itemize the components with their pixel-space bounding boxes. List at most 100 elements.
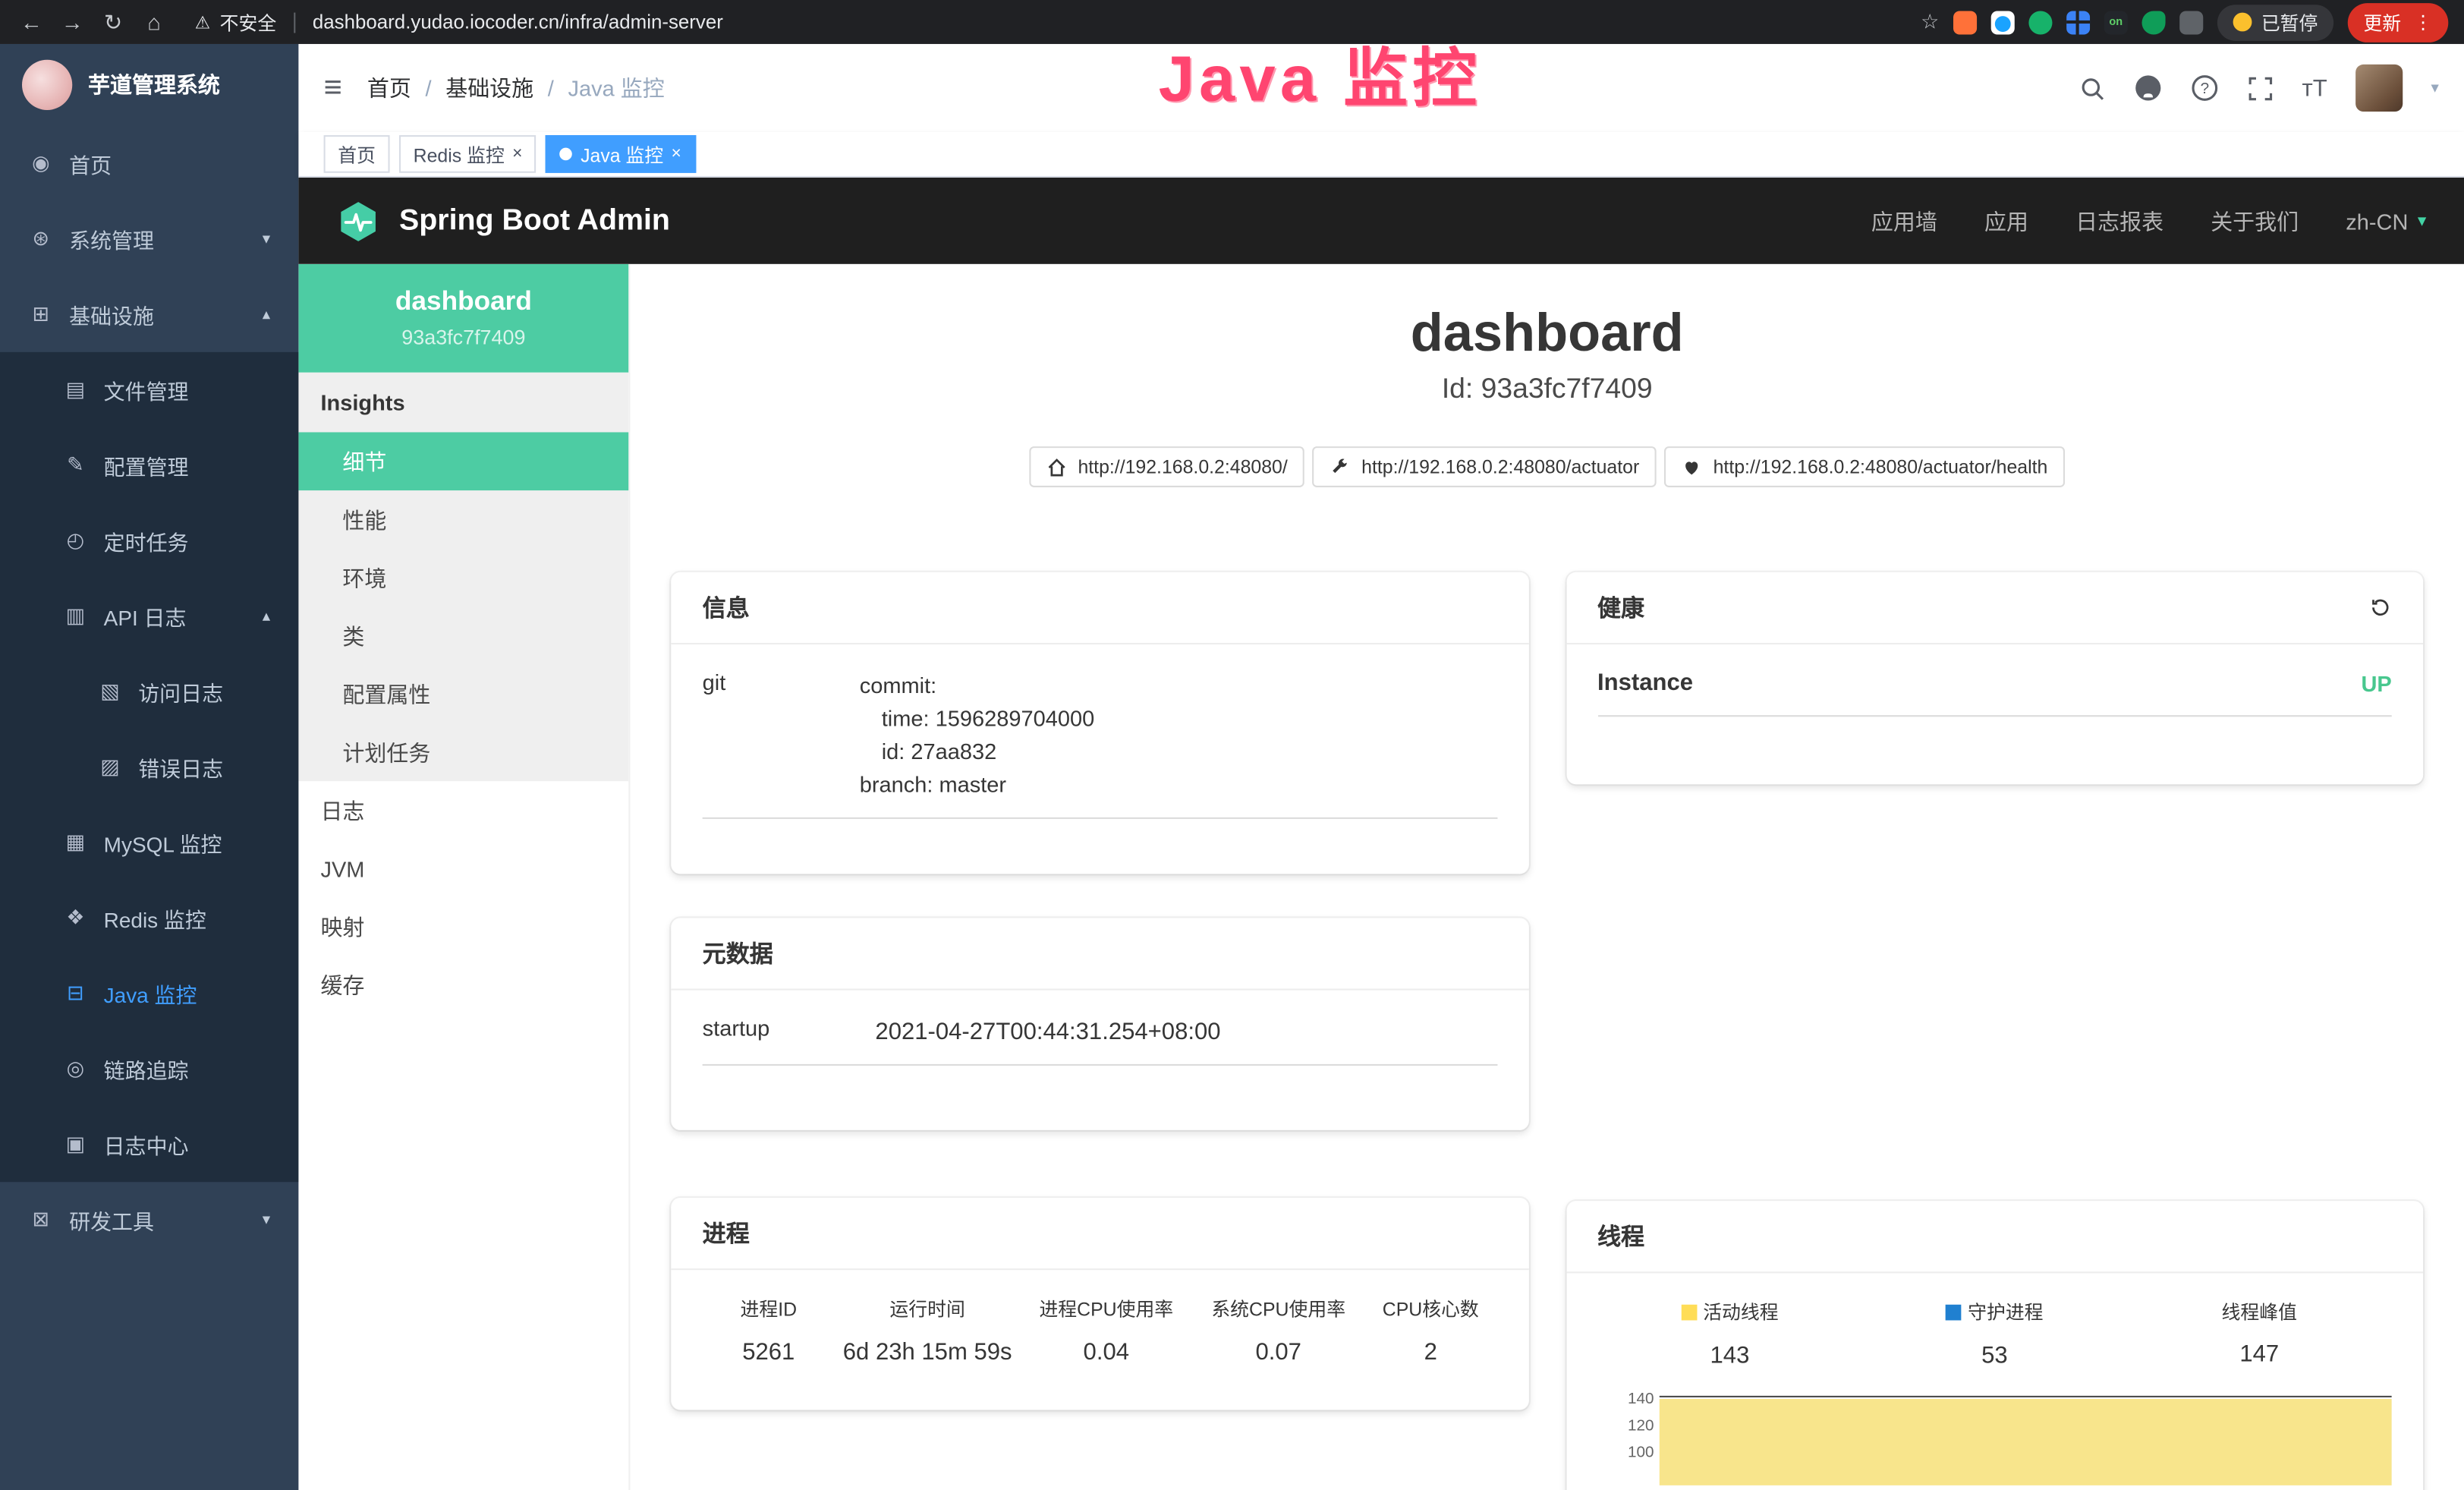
home-icon[interactable]: ⌂	[138, 9, 169, 34]
chevron-up-icon: ▴	[263, 306, 270, 323]
sba-menu-details[interactable]: 细节	[298, 432, 628, 490]
collapse-sidebar-icon[interactable]: ≡	[324, 70, 342, 106]
chevron-down-icon[interactable]: ▾	[2431, 80, 2438, 97]
extension-icon[interactable]: on	[2104, 10, 2128, 33]
legend-peak-threads: 线程峰值 147	[2127, 1299, 2392, 1369]
sba-insights-group: Insights 细节 性能 环境 类 配置属性 计划任务	[298, 373, 628, 781]
sba-menu-mappings[interactable]: 映射	[298, 897, 628, 956]
tags-view: 首页 Redis 监控 × Java 监控 ×	[298, 132, 2464, 178]
github-icon[interactable]	[2134, 74, 2162, 102]
sba-menu-scheduled-tasks[interactable]: 计划任务	[298, 723, 628, 782]
fullscreen-icon[interactable]	[2247, 74, 2274, 101]
sba-menu-environment[interactable]: 环境	[298, 549, 628, 607]
sidebar-item-access-logs[interactable]: ▧ 访问日志	[0, 654, 298, 729]
legend-label: 线程峰值	[2222, 1299, 2297, 1325]
sidebar-item-label: 系统管理	[69, 223, 154, 254]
tab-home[interactable]: 首页	[324, 135, 390, 173]
sba-menu-others: 日志 JVM 映射 缓存	[298, 781, 628, 1013]
sba-menu-metrics[interactable]: 性能	[298, 490, 628, 549]
info-line: id: 27aa832	[860, 736, 1497, 769]
sba-nav-wallboard[interactable]: 应用墙	[1871, 205, 1937, 236]
bookmark-star-icon[interactable]: ☆	[1921, 9, 1939, 34]
instance-title: dashboard	[630, 305, 2464, 364]
sidebar-item-error-logs[interactable]: ▨ 错误日志	[0, 729, 298, 805]
sba-menu-caches[interactable]: 缓存	[298, 956, 628, 1014]
extension-icon[interactable]	[2028, 10, 2052, 33]
sidebar-item-log-center[interactable]: ▣ 日志中心	[0, 1107, 298, 1182]
active-dot	[560, 148, 573, 161]
card-title: 健康	[1597, 591, 1644, 624]
forward-icon[interactable]: →	[57, 9, 88, 34]
sidebar-item-label: Java 监控	[104, 978, 197, 1009]
close-icon[interactable]: ×	[672, 146, 681, 163]
legend-swatch-blue	[1946, 1305, 1962, 1321]
sidebar-item-scheduled-jobs[interactable]: ◴ 定时任务	[0, 503, 298, 578]
extension-icon[interactable]	[2141, 10, 2165, 33]
extension-icon[interactable]	[2179, 10, 2203, 33]
sidebar-item-system-mgmt[interactable]: ⊛ 系统管理 ▾	[0, 201, 298, 276]
instance-actuator-link[interactable]: http://192.168.0.2:48080/actuator	[1313, 447, 1657, 488]
font-size-icon[interactable]: тT	[2302, 74, 2327, 101]
sba-language-select[interactable]: zh-CN ▾	[2346, 208, 2426, 233]
instance-home-link[interactable]: http://192.168.0.2:48080/	[1029, 447, 1304, 488]
process-col-label: 进程CPU使用率	[1027, 1296, 1186, 1322]
sba-brand[interactable]: Spring Boot Admin	[336, 199, 670, 243]
sidebar-item-redis-monitor[interactable]: ❖ Redis 监控	[0, 880, 298, 956]
reload-icon[interactable]: ↻	[97, 8, 128, 35]
sidebar-item-mysql-monitor[interactable]: ▦ MySQL 监控	[0, 805, 298, 880]
sidebar-item-label: Redis 监控	[104, 903, 206, 934]
sidebar-item-tracing[interactable]: ◎ 链路追踪	[0, 1031, 298, 1106]
back-icon[interactable]: ←	[16, 9, 47, 34]
extension-icon[interactable]	[2066, 10, 2090, 33]
sidebar-item-file-mgmt[interactable]: ▤ 文件管理	[0, 352, 298, 427]
profile-paused-badge[interactable]: 已暂停	[2217, 4, 2333, 40]
sidebar-item-label: MySQL 监控	[104, 827, 222, 858]
address-bar[interactable]: ⚠ 不安全 dashboard.yudao.iocoder.cn/infra/a…	[195, 8, 723, 35]
tab-java-monitor[interactable]: Java 监控 ×	[546, 135, 696, 173]
sba-menu-jvm[interactable]: JVM	[298, 840, 628, 898]
breadcrumb-separator: /	[426, 75, 432, 100]
extension-icon[interactable]	[1953, 10, 1977, 33]
health-instance-label: Instance	[1597, 670, 1693, 697]
sidebar-item-home[interactable]: ◉ 首页	[0, 126, 298, 201]
process-col-value: 0.04	[1027, 1340, 1186, 1366]
tab-redis-monitor[interactable]: Redis 监控 ×	[399, 135, 537, 173]
card-title: 信息	[703, 591, 750, 624]
sba-nav-about[interactable]: 关于我们	[2211, 205, 2299, 236]
sba-nav-journal[interactable]: 日志报表	[2075, 205, 2163, 236]
process-col: 进程CPU使用率 0.04	[1020, 1296, 1192, 1366]
help-icon[interactable]: ?	[2191, 74, 2219, 102]
sba-menu-classes[interactable]: 类	[298, 606, 628, 665]
health-status-badge: UP	[2361, 671, 2391, 696]
sba-language-value: zh-CN	[2346, 208, 2408, 233]
breadcrumb-item[interactable]: 首页	[367, 72, 411, 103]
sba-nav-applications[interactable]: 应用	[1984, 205, 2028, 236]
sidebar-item-dev-tools[interactable]: ⊠ 研发工具 ▾	[0, 1182, 298, 1257]
close-icon[interactable]: ×	[512, 146, 522, 163]
app-logo[interactable]: 芋道管理系统	[0, 44, 298, 126]
history-icon[interactable]	[2368, 597, 2392, 620]
process-col: 运行时间 6d 23h 15m 59s	[835, 1296, 1020, 1366]
sba-navbar: Spring Boot Admin 应用墙 应用 日志报表 关于我们 zh-CN…	[298, 178, 2464, 264]
chrome-update-button[interactable]: 更新 ⋮	[2348, 2, 2449, 42]
info-git-row: git commit: time: 1596289704000 id: 27aa…	[703, 670, 1497, 820]
extension-icon[interactable]	[1991, 10, 2015, 33]
sba-menu-logs[interactable]: 日志	[298, 781, 628, 840]
breadcrumb-item[interactable]: 基础设施	[445, 72, 533, 103]
sba-group-title: Insights	[298, 373, 628, 433]
user-avatar[interactable]	[2355, 65, 2403, 112]
instance-health-link[interactable]: http://192.168.0.2:48080/actuator/health	[1664, 447, 2065, 488]
threads-chart-area	[1659, 1391, 2392, 1485]
health-instance-row[interactable]: Instance UP	[1597, 670, 2392, 717]
sidebar-item-java-monitor[interactable]: ⊟ Java 监控	[0, 956, 298, 1031]
sidebar-item-api-logs[interactable]: ▥ API 日志 ▴	[0, 578, 298, 654]
search-icon[interactable]	[2079, 74, 2106, 101]
sidebar-item-config-mgmt[interactable]: ✎ 配置管理	[0, 427, 298, 502]
process-col-label: CPU核心数	[1370, 1296, 1490, 1322]
sba-instance-header[interactable]: dashboard 93a3fc7f7409	[298, 264, 628, 373]
process-col: 进程ID 5261	[703, 1296, 835, 1366]
sba-menu-config-props[interactable]: 配置属性	[298, 665, 628, 723]
sidebar-item-infrastructure[interactable]: ⊞ 基础设施 ▴	[0, 276, 298, 351]
legend-daemon-threads: 守护进程 53	[1862, 1299, 2127, 1369]
chrome-toolbar: ☆ on 已暂停 更新 ⋮	[1921, 2, 2448, 42]
